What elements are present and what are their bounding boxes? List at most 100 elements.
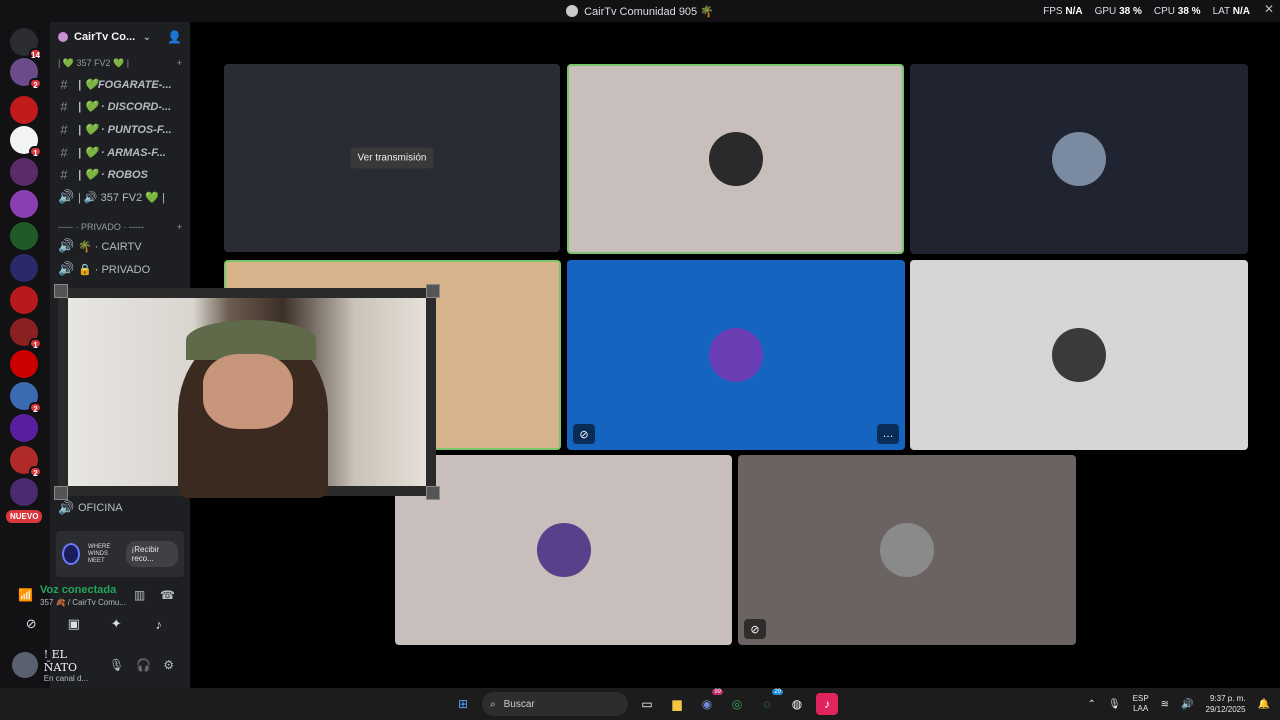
- activities-icon[interactable]: ✦: [104, 612, 128, 636]
- new-badge: NUEVO: [6, 510, 43, 523]
- voice-channel-item[interactable]: 🔊 | 🔊 357 FV2 💚 |: [58, 187, 182, 207]
- participant-tile[interactable]: [910, 64, 1248, 254]
- server-icon-5[interactable]: [10, 190, 38, 218]
- windows-start-icon[interactable]: ⊞: [452, 693, 474, 715]
- server-header[interactable]: CairTv Co... ⌄ 👤: [50, 22, 190, 52]
- clock[interactable]: 9:37 p. m. 29/12/2025: [1206, 693, 1246, 715]
- stream-tile[interactable]: Ver transmisión: [224, 64, 560, 252]
- hash-icon: #: [60, 166, 68, 182]
- system-tray: ⌃ 🎙 ESP LAA ≋ 🔊 9:37 p. m. 29/12/2025 🔔: [1088, 688, 1270, 720]
- mic-muted-icon: ⊘: [744, 619, 766, 639]
- server-icon-8[interactable]: [10, 286, 38, 314]
- camera-off-icon[interactable]: ⊘: [19, 612, 43, 636]
- channel-item[interactable]: # | 💚 · ROBOS: [58, 164, 182, 184]
- server-icon-7[interactable]: [10, 254, 38, 282]
- watch-stream-button[interactable]: Ver transmisión: [350, 147, 434, 169]
- category-header[interactable]: ----- · PRIVADO · ----- +: [58, 222, 182, 232]
- microphone-icon[interactable]: 🎙: [1108, 699, 1121, 710]
- resize-handle[interactable]: [426, 486, 440, 500]
- microphone-icon[interactable]: 🎙: [109, 658, 124, 672]
- task-view-icon[interactable]: ▭: [636, 693, 658, 715]
- volume-icon[interactable]: 🔊: [1181, 699, 1193, 710]
- more-options-icon[interactable]: …: [877, 424, 899, 444]
- voice-controls: ⊘ ▣ ✦ ♪: [10, 612, 180, 636]
- voice-channel-item[interactable]: 🔊 OFICINA: [58, 498, 182, 518]
- language-indicator[interactable]: ESP LAA: [1133, 694, 1149, 714]
- resize-handle[interactable]: [426, 284, 440, 298]
- participant-tile[interactable]: ⊘ …: [567, 260, 905, 450]
- search-box[interactable]: ⌕ Buscar: [482, 692, 628, 716]
- close-icon[interactable]: ✕: [1264, 2, 1274, 16]
- chevron-down-icon[interactable]: ⌄: [143, 32, 151, 43]
- category-header[interactable]: | 💚 357 FV2 💚 | +: [58, 58, 182, 69]
- server-icon-12[interactable]: [10, 414, 38, 442]
- channel-item[interactable]: # | 💚 · PUNTOS-F...: [58, 119, 182, 139]
- chevron-up-icon[interactable]: ⌃: [1088, 699, 1096, 710]
- discord-icon[interactable]: ◉ 99: [696, 689, 723, 715]
- channel-item[interactable]: # | 💚FOGARATE-...: [58, 74, 182, 94]
- voice-channel-item[interactable]: 🔊 🔒 · PRIVADO: [58, 259, 182, 279]
- avatar[interactable]: [12, 652, 38, 678]
- server-icon-4[interactable]: [10, 158, 38, 186]
- resize-handle[interactable]: [54, 486, 68, 500]
- hash-icon: #: [60, 76, 68, 92]
- channel-item[interactable]: # | 💚 · DISCORD-...: [58, 96, 182, 116]
- voice-status[interactable]: Voz conectada: [40, 584, 116, 596]
- wifi-icon[interactable]: ≋: [1161, 699, 1169, 710]
- speaker-icon: 🔊: [58, 500, 75, 515]
- resize-handle[interactable]: [54, 284, 68, 298]
- server-badge: 2: [29, 466, 42, 478]
- channel-name: OFICINA: [78, 502, 123, 514]
- server-icon-13[interactable]: 2: [10, 446, 42, 478]
- participant-tile[interactable]: [395, 455, 732, 645]
- server-icon-10[interactable]: [10, 350, 38, 378]
- server-boost-icon: [58, 32, 68, 42]
- soundboard-icon[interactable]: ♪: [147, 612, 171, 636]
- server-badge: 2: [29, 78, 42, 90]
- headphones-icon[interactable]: 🎧: [136, 658, 151, 672]
- add-channel-icon[interactable]: +: [177, 58, 182, 69]
- avatar: [708, 132, 763, 186]
- home-button[interactable]: 14: [10, 28, 42, 60]
- quest-icon: [62, 543, 80, 565]
- channel-name: 🔒 · PRIVADO: [78, 263, 151, 276]
- webcam-overlay[interactable]: [54, 284, 440, 500]
- disconnect-icon[interactable]: ☎: [160, 588, 175, 602]
- server-icon-6[interactable]: [10, 222, 38, 250]
- tiktok-icon[interactable]: ♪: [816, 693, 838, 715]
- noise-suppression-icon[interactable]: ▥: [134, 588, 145, 602]
- whatsapp-icon[interactable]: ◌ 29: [756, 689, 783, 715]
- server-icon-11[interactable]: 2: [10, 382, 42, 414]
- add-channel-icon[interactable]: +: [177, 222, 182, 232]
- participant-tile[interactable]: [567, 64, 904, 254]
- screen-share-icon[interactable]: ▣: [62, 612, 86, 636]
- signal-icon[interactable]: 📶: [18, 588, 33, 602]
- channel-name: | 💚 · PUNTOS-F...: [78, 123, 172, 136]
- file-explorer-icon[interactable]: ▆: [666, 693, 688, 715]
- notification-badge: 99: [712, 689, 723, 695]
- server-icon-9[interactable]: 1: [10, 318, 42, 350]
- participant-tile[interactable]: [910, 260, 1248, 450]
- channel-name: | 💚 · ROBOS: [78, 168, 148, 181]
- server-name: CairTv Co...: [74, 31, 136, 43]
- avatar: [709, 328, 763, 382]
- invite-icon[interactable]: 👤: [167, 30, 182, 44]
- obs-icon[interactable]: ◍: [786, 693, 808, 715]
- chrome-icon[interactable]: ◎: [726, 693, 748, 715]
- speaker-icon: 🔊: [58, 261, 75, 276]
- participant-tile[interactable]: ⊘: [738, 455, 1076, 645]
- channel-name: | 🔊 357 FV2 💚 |: [78, 191, 165, 204]
- stat-gpu: GPU 38 %: [1094, 6, 1142, 17]
- notifications-icon[interactable]: 🔔: [1258, 699, 1270, 710]
- hash-icon: #: [60, 98, 68, 114]
- voice-channel-item[interactable]: 🔊 🌴 · CAIRTV: [58, 236, 182, 256]
- claim-reward-button[interactable]: ¡Recibir reco...: [125, 541, 178, 567]
- server-icon-3[interactable]: 1: [10, 126, 42, 158]
- server-icon-1[interactable]: 2: [10, 58, 42, 90]
- server-icon-14[interactable]: [10, 478, 38, 506]
- voice-channel-path[interactable]: 357 🍂 / CairTv Comu...: [40, 598, 126, 607]
- gear-icon[interactable]: ⚙: [163, 658, 174, 672]
- channel-item[interactable]: # | 💚 · ARMAS-F...: [58, 142, 182, 162]
- username[interactable]: ! EL ÑATO: [44, 648, 103, 674]
- server-icon-2[interactable]: [10, 96, 38, 124]
